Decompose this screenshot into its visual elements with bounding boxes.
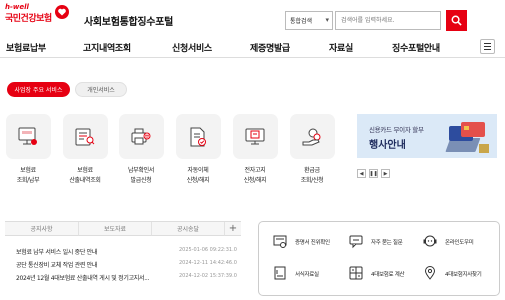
notice-title: 2024년 12월 4대보험료 산출내역 게시 및 정기고지서... (16, 275, 150, 282)
quick-link-form-library[interactable]: 서식자료실 (271, 264, 343, 284)
quick-link-faq[interactable]: 자주 묻는 질문 (347, 232, 419, 252)
nav-item-application[interactable]: 신청서비스 (172, 41, 212, 54)
banner-controls: ◀ ❚❚ ▶ (357, 169, 390, 178)
service-label: 보험료 산출내역조회 (69, 167, 101, 184)
main-nav: 보험료납부 고지내역조회 신청서비스 제증명발급 자료실 징수포털안내 (0, 36, 505, 58)
banner-next-button[interactable]: ▶ (381, 169, 390, 178)
hand-coin-icon (302, 128, 321, 145)
notice-date: 2024-12-02 15:37:39.0 (179, 273, 237, 279)
search-input[interactable] (335, 11, 441, 30)
calculator-icon (347, 264, 365, 282)
service-premium-payment[interactable]: 보험료 조회/납부 (5, 114, 51, 186)
credit-card-illustration (445, 122, 489, 153)
notice-board: 공지사항 보도자료 공시송달 + 보험료 납부 서비스 일시 중단 안내 202… (5, 221, 241, 296)
tab-public-notice[interactable]: 공시송달 (152, 222, 225, 236)
service-icon-box (175, 114, 221, 159)
service-premium-calculation[interactable]: 보험료 산출내역조회 (62, 114, 108, 186)
quick-link-label: 서식자료실 (295, 272, 319, 278)
portal-title[interactable]: 사회보험통합징수포털 (84, 13, 173, 28)
service-icon-box (232, 114, 278, 159)
search-icon (451, 15, 462, 26)
quick-link-label: 4대보험지사찾기 (445, 272, 482, 278)
menu-icon-bar (484, 46, 491, 47)
quick-link-branch-finder[interactable]: 4대보험지사찾기 (421, 264, 493, 284)
quick-links-panel: 증명서 진위확인 자주 묻는 질문 온라인도우미 서식자료실 4대보험료 계산 … (258, 221, 500, 296)
notice-date: 2024-12-11 14:42:46.0 (179, 260, 237, 266)
notice-title: 보험료 납부 서비스 일시 중단 안내 (16, 249, 98, 256)
service-label: 납부확인서 발급신청 (127, 167, 155, 184)
menu-icon-bar (484, 49, 491, 50)
quick-link-premium-calculator[interactable]: 4대보험료 계산 (347, 264, 419, 284)
tab-press-releases[interactable]: 보도자료 (79, 222, 152, 236)
promo-banner[interactable]: 신용카드 무이자 할부 행사안내 (357, 114, 497, 158)
service-icon-box: ₩ (118, 114, 164, 159)
notice-title: 공단 통신장비 교체 작업 관련 안내 (16, 262, 98, 269)
quick-link-online-helper[interactable]: 온라인도우미 (421, 232, 493, 252)
banner-pause-button[interactable]: ❚❚ (369, 169, 378, 178)
service-label: 전자고지 신청/해지 (243, 167, 267, 184)
quick-link-label: 온라인도우미 (445, 240, 474, 246)
online-helper-icon (421, 232, 439, 250)
tab-business-services[interactable]: 사업장 주요 서비스 (7, 82, 70, 97)
computer-notice-icon (245, 128, 265, 144)
nav-item-premium-payment[interactable]: 보험료납부 (6, 41, 46, 54)
service-auto-transfer[interactable]: 자동이체 신청/해지 (175, 114, 221, 186)
service-payment-certificate[interactable]: ₩ 납부확인서 발급신청 (118, 114, 164, 186)
header: h-well 국민건강보험 사회보험통합징수포털 통합검색 ▾ (0, 0, 505, 36)
document-check-icon (190, 127, 206, 146)
service-icon-box (289, 114, 335, 159)
menu-button[interactable] (480, 39, 495, 54)
calculator-search-icon (75, 128, 95, 145)
service-label: 보험료 조회/납부 (16, 167, 40, 184)
quick-link-label: 4대보험료 계산 (371, 272, 405, 278)
search-scope-value: 통합검색 (290, 18, 313, 25)
tab-personal-services[interactable]: 개인서비스 (75, 82, 127, 97)
nav-item-notice-inquiry[interactable]: 고지내역조회 (83, 41, 131, 54)
banner-subtitle: 신용카드 무이자 할부 (369, 126, 424, 134)
quick-link-certificate-verify[interactable]: 증명서 진위확인 (271, 232, 343, 252)
svg-text:₩: ₩ (145, 134, 149, 139)
monitor-payment-icon (18, 127, 37, 145)
quick-link-label: 증명서 진위확인 (295, 240, 330, 246)
quick-link-label: 자주 묻는 질문 (371, 240, 403, 246)
chevron-down-icon: ▾ (325, 16, 329, 24)
location-pin-icon (421, 264, 439, 282)
service-icon-box (5, 114, 51, 159)
heart-logo-icon (55, 5, 69, 19)
service-label: 자동이체 신청/해지 (186, 167, 210, 184)
faq-chat-icon (347, 232, 365, 250)
nav-item-certificate[interactable]: 제증명발급 (250, 41, 290, 54)
menu-icon-bar (484, 43, 491, 44)
service-icon-box (62, 114, 108, 159)
nav-item-portal-guide[interactable]: 징수포털안내 (392, 41, 440, 54)
search-button[interactable] (446, 10, 467, 31)
tab-notices[interactable]: 공지사항 (5, 222, 79, 236)
service-label: 환급금 조회/신청 (300, 167, 324, 184)
certificate-verify-icon (271, 232, 289, 250)
form-library-icon (271, 264, 289, 282)
banner-title: 행사안내 (369, 140, 406, 151)
service-electronic-notice[interactable]: 전자고지 신청/해지 (232, 114, 278, 186)
more-notices-button[interactable]: + (225, 222, 241, 236)
search-scope-select[interactable]: 통합검색 ▾ (285, 11, 333, 30)
banner-prev-button[interactable]: ◀ (357, 169, 366, 178)
printer-certificate-icon: ₩ (131, 128, 151, 144)
service-refund[interactable]: 환급금 조회/신청 (289, 114, 335, 186)
nav-item-library[interactable]: 자료실 (329, 41, 353, 54)
notice-date: 2025-01-06 09:22:31.0 (179, 247, 237, 253)
